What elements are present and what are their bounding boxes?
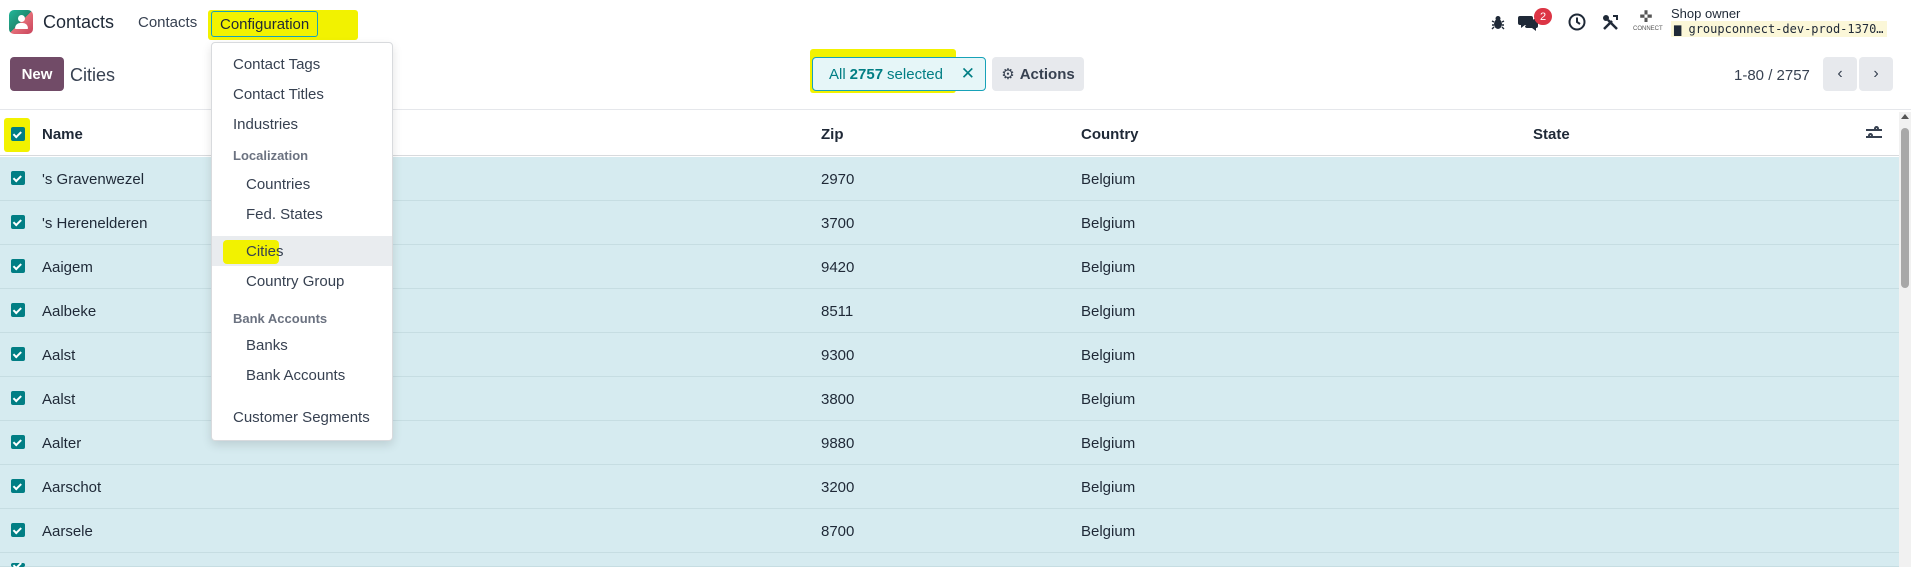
cell-country: Belgium <box>1081 391 1136 408</box>
menu-item-banks[interactable]: Banks <box>246 337 288 354</box>
column-header-name[interactable]: Name <box>42 126 83 143</box>
actions-label: Actions <box>1019 65 1075 83</box>
column-header-country[interactable]: Country <box>1081 126 1139 143</box>
scroll-up-arrow-icon[interactable] <box>1901 114 1909 119</box>
chevron-left-icon: ‹ <box>1837 65 1843 82</box>
row-checkbox[interactable] <box>11 215 25 229</box>
tools-icon[interactable] <box>1600 12 1620 32</box>
vertical-scrollbar[interactable] <box>1899 112 1911 567</box>
actions-button[interactable]: ⚙ Actions <box>992 57 1084 91</box>
cell-zip: 2970 <box>821 171 855 188</box>
menu-item-customer-segments[interactable]: Customer Segments <box>233 409 370 426</box>
cell-country: Belgium <box>1081 479 1136 496</box>
nav-menu-configuration[interactable]: Configuration <box>211 11 319 37</box>
user-name[interactable]: Shop owner <box>1671 6 1740 21</box>
table-row[interactable]: Aarsele 8700 Belgium <box>0 509 1899 553</box>
cell-zip: 8511 <box>821 303 854 320</box>
cell-country: Belgium <box>1081 303 1136 320</box>
selection-indicator[interactable]: All 2757 selected ✕ <box>812 57 986 91</box>
top-navbar: Contacts Contacts Configuration 2 ✜ CONN… <box>0 0 1911 45</box>
pager-previous-button[interactable]: ‹ <box>1823 57 1857 91</box>
activities-clock-icon[interactable] <box>1567 12 1587 32</box>
configuration-dropdown-menu: Contact Tags Contact Titles Industries L… <box>211 42 393 441</box>
menu-section-bank-accounts: Bank Accounts <box>233 311 328 326</box>
cell-name: Aalst <box>42 391 76 408</box>
pager-value[interactable]: 1-80 / 2757 <box>1734 67 1810 84</box>
cell-name: Aarschot <box>42 479 102 496</box>
cell-country: Belgium <box>1081 259 1136 276</box>
menu-item-countries[interactable]: Countries <box>246 176 310 193</box>
row-checkbox[interactable] <box>11 259 25 273</box>
company-logo-icon[interactable]: ✜ CONNECT <box>1633 10 1663 34</box>
selection-prefix: All <box>829 65 846 83</box>
menu-item-bank-accounts[interactable]: Bank Accounts <box>246 367 345 384</box>
menu-item-fed-states[interactable]: Fed. States <box>246 206 323 223</box>
new-button[interactable]: New <box>10 57 64 91</box>
select-all-checkbox[interactable] <box>11 127 25 141</box>
cell-zip: 3200 <box>821 479 855 496</box>
cell-name: Aaigem <box>42 259 93 276</box>
row-checkbox[interactable] <box>11 171 25 185</box>
selection-suffix: selected <box>887 65 943 83</box>
cell-name: Aalter <box>42 435 82 452</box>
clear-selection-icon[interactable]: ✕ <box>961 64 975 84</box>
menu-item-contact-titles[interactable]: Contact Titles <box>233 86 324 103</box>
chevron-right-icon: › <box>1873 65 1879 82</box>
row-checkbox[interactable] <box>11 523 25 537</box>
breadcrumb-title: Cities <box>70 65 116 85</box>
column-header-zip[interactable]: Zip <box>821 126 844 143</box>
menu-item-contact-tags[interactable]: Contact Tags <box>233 56 320 73</box>
pager-next-button[interactable]: › <box>1859 57 1893 91</box>
cell-zip: 3700 <box>821 215 855 232</box>
menu-section-localization: Localization <box>233 148 309 163</box>
database-icon: ▆ <box>1674 22 1682 36</box>
database-name: ▆ groupconnect-dev-prod-1370… <box>1671 21 1887 37</box>
debug-bug-icon[interactable] <box>1488 12 1508 32</box>
column-header-state[interactable]: State <box>1533 126 1570 143</box>
table-row[interactable]: Aarschot 3200 Belgium <box>0 465 1899 509</box>
cell-zip: 8700 <box>821 523 855 540</box>
row-checkbox[interactable] <box>11 391 25 405</box>
cell-name: 's Gravenwezel <box>42 171 145 188</box>
contacts-app-icon[interactable] <box>9 10 33 34</box>
cell-name: 's Herenelderen <box>42 215 148 232</box>
cell-name: Aalbeke <box>42 303 97 320</box>
row-checkbox[interactable] <box>11 347 25 361</box>
app-name[interactable]: Contacts <box>43 12 114 33</box>
messages-count-badge: 2 <box>1534 8 1552 25</box>
row-checkbox[interactable] <box>11 303 25 317</box>
cell-country: Belgium <box>1081 215 1136 232</box>
menu-item-country-group[interactable]: Country Group <box>246 273 344 290</box>
cell-country: Belgium <box>1081 347 1136 364</box>
optional-columns-icon[interactable] <box>1866 126 1882 140</box>
company-logo-text: CONNECT <box>1633 26 1663 32</box>
cell-zip: 9420 <box>821 259 855 276</box>
cell-zip: 9880 <box>821 435 855 452</box>
cell-country: Belgium <box>1081 523 1136 540</box>
database-name-text: groupconnect-dev-prod-1370… <box>1688 22 1884 36</box>
gear-icon: ⚙ <box>1001 66 1015 83</box>
nav-menu-contacts[interactable]: Contacts <box>138 14 197 31</box>
row-checkbox[interactable] <box>11 563 25 567</box>
cell-name: Aalst <box>42 347 76 364</box>
table-row[interactable] <box>0 553 1899 567</box>
cell-zip: 3800 <box>821 391 855 408</box>
menu-item-cities[interactable]: Cities <box>246 243 284 260</box>
row-checkbox[interactable] <box>11 479 25 493</box>
selection-count: 2757 <box>849 65 884 83</box>
scrollbar-thumb[interactable] <box>1901 128 1909 288</box>
cell-country: Belgium <box>1081 171 1136 188</box>
cell-zip: 9300 <box>821 347 855 364</box>
cell-country: Belgium <box>1081 435 1136 452</box>
menu-item-industries[interactable]: Industries <box>233 116 298 133</box>
row-checkbox[interactable] <box>11 435 25 449</box>
cell-name: Aarsele <box>42 523 93 540</box>
